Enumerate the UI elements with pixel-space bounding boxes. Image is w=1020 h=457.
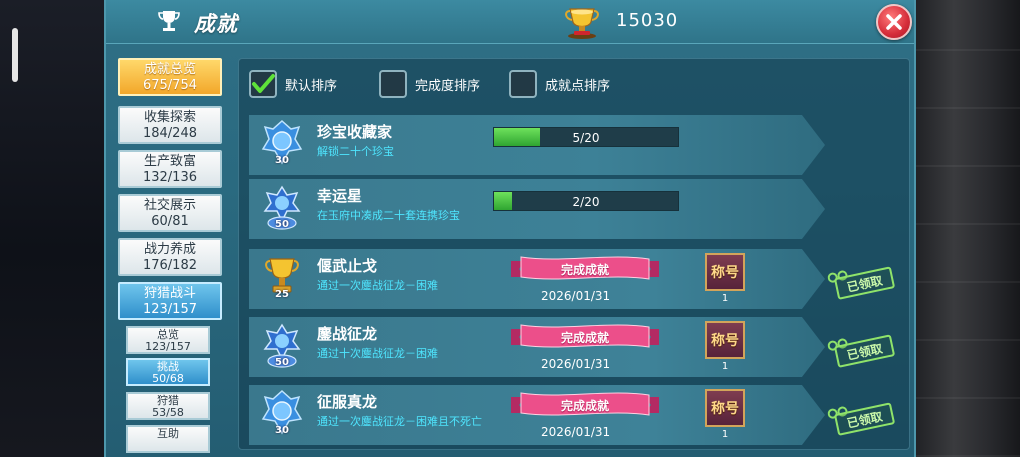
category-collection[interactable]: 收集探索 184/248: [118, 106, 222, 144]
sort-default-option[interactable]: 默认排序: [249, 69, 337, 99]
category-progress: 184/248: [142, 126, 197, 141]
subcategory-overview[interactable]: 总览 123/157: [126, 326, 210, 354]
category-progress: 176/182: [142, 258, 197, 273]
subcategory-progress: 123/157: [145, 340, 191, 353]
progress-bar: 2/20: [493, 191, 679, 211]
achievement-score: 15030: [616, 10, 679, 31]
sort-default-label: 默认排序: [285, 78, 338, 94]
claimed-stamp: 已领取: [822, 256, 898, 306]
category-label: 战力养成: [143, 242, 196, 257]
reward-label: 称号: [711, 333, 739, 349]
subcategory-assist[interactable]: 互助: [126, 425, 210, 453]
sort-completion-label: 完成度排序: [415, 78, 481, 94]
category-hunting[interactable]: 狩猎战斗 123/157: [118, 282, 222, 320]
completion-date: 2026/01/31: [541, 357, 611, 371]
close-icon: [886, 14, 902, 30]
trophy-icon: [158, 11, 180, 31]
system-side-handle[interactable]: [12, 28, 18, 82]
category-social[interactable]: 社交展示 60/81: [118, 194, 222, 232]
sort-default-checkbox[interactable]: [249, 70, 277, 98]
achievement-title: 幸运星: [317, 187, 363, 205]
achievement-points: 30: [275, 155, 289, 166]
completed-label: 完成成就: [560, 399, 609, 413]
completion-date: 2026/01/31: [541, 289, 611, 303]
subcategory-challenge[interactable]: 挑战 50/68: [126, 358, 210, 386]
achievement-title: 珍宝收藏家: [317, 123, 393, 141]
title-reward-item[interactable]: 称号: [705, 389, 745, 427]
achievement-description: 通过十次鏖战征龙－困难: [317, 347, 438, 360]
sort-completion-option[interactable]: 完成度排序: [379, 69, 480, 99]
achievement-title: 征服真龙: [317, 393, 378, 411]
achievement-row[interactable]: 25 偃武止戈 通过一次鏖战征龙－困难 完成成就 2026/01/31 称号 1: [249, 249, 825, 309]
claimed-stamp: 已领取: [822, 392, 898, 442]
achievement-points: 50: [275, 357, 289, 368]
achievement-panel: 成就 15030 成就总览 675/754 收集探索 184/248 生产致富 …: [104, 0, 916, 457]
reward-count: 1: [721, 429, 729, 440]
category-label: 社交展示: [143, 198, 196, 213]
category-progress: 60/81: [151, 214, 189, 229]
progress-text: 5/20: [572, 131, 600, 145]
completed-label: 完成成就: [560, 263, 609, 277]
page-title: 成就: [194, 12, 238, 36]
achievement-points: 30: [275, 425, 289, 436]
claimed-stamp: 已领取: [822, 324, 898, 374]
sort-points-option[interactable]: 成就点排序: [509, 69, 610, 99]
completion-date: 2026/01/31: [541, 425, 611, 439]
right-scenery: [910, 0, 1020, 457]
title-bar: 成就 15030: [106, 0, 914, 44]
category-label: 成就总览: [143, 62, 196, 77]
sort-completion-checkbox[interactable]: [379, 70, 407, 98]
category-label: 生产致富: [143, 154, 196, 169]
achievement-description: 解锁二十个珍宝: [317, 145, 394, 158]
completed-label: 完成成就: [560, 331, 609, 345]
sort-points-checkbox[interactable]: [509, 70, 537, 98]
category-production[interactable]: 生产致富 132/136: [118, 150, 222, 188]
achievement-row[interactable]: 50 鏖战征龙 通过十次鏖战征龙－困难 完成成就 2026/01/31 称号 1: [249, 317, 825, 377]
category-progress: 675/754: [142, 78, 197, 93]
category-power[interactable]: 战力养成 176/182: [118, 238, 222, 276]
progress-bar: 5/20: [493, 127, 679, 147]
category-progress: 132/136: [142, 170, 197, 185]
achievement-row[interactable]: 30 征服真龙 通过一次鏖战征龙－困难且不死亡 完成成就 2026/01/31 …: [249, 385, 825, 445]
category-label: 狩猎战斗: [143, 286, 196, 301]
sort-points-label: 成就点排序: [545, 78, 611, 94]
category-overview[interactable]: 成就总览 675/754: [118, 58, 222, 96]
subcategory-progress: 53/58: [152, 406, 184, 419]
achievement-description: 通过一次鏖战征龙－困难且不死亡: [317, 415, 482, 428]
achievement-title: 鏖战征龙: [317, 325, 378, 343]
title-reward-item[interactable]: 称号: [705, 253, 745, 291]
close-button[interactable]: [876, 4, 912, 40]
gold-cup-icon: [565, 8, 599, 39]
achievement-points: 25: [275, 289, 289, 300]
achievement-list-frame: 默认排序 完成度排序 成就点排序 30 珍宝收藏家 解锁二十个珍宝 5/20 5…: [238, 58, 910, 450]
achievement-points: 50: [275, 219, 289, 230]
reward-label: 称号: [711, 401, 739, 417]
progress-text: 2/20: [572, 195, 600, 209]
reward-count: 1: [721, 293, 729, 304]
check-icon: [252, 74, 275, 93]
achievement-description: 在玉府中凑成二十套连携珍宝: [317, 209, 460, 222]
reward-label: 称号: [711, 265, 739, 281]
title-reward-item[interactable]: 称号: [705, 321, 745, 359]
achievement-description: 通过一次鏖战征龙－困难: [317, 279, 438, 292]
reward-count: 1: [721, 361, 729, 372]
category-progress: 123/157: [142, 302, 197, 317]
achievement-title: 偃武止戈: [317, 257, 378, 275]
category-label: 收集探索: [143, 110, 196, 125]
subcategory-progress: 50/68: [152, 372, 184, 385]
subcategory-label: 互助: [157, 427, 179, 440]
achievement-row[interactable]: 50 幸运星 在玉府中凑成二十套连携珍宝 2/20: [249, 179, 825, 239]
subcategory-hunt[interactable]: 狩猎 53/58: [126, 392, 210, 420]
achievement-row[interactable]: 30 珍宝收藏家 解锁二十个珍宝 5/20: [249, 115, 825, 175]
sort-bar: 默认排序 完成度排序 成就点排序: [239, 65, 909, 101]
